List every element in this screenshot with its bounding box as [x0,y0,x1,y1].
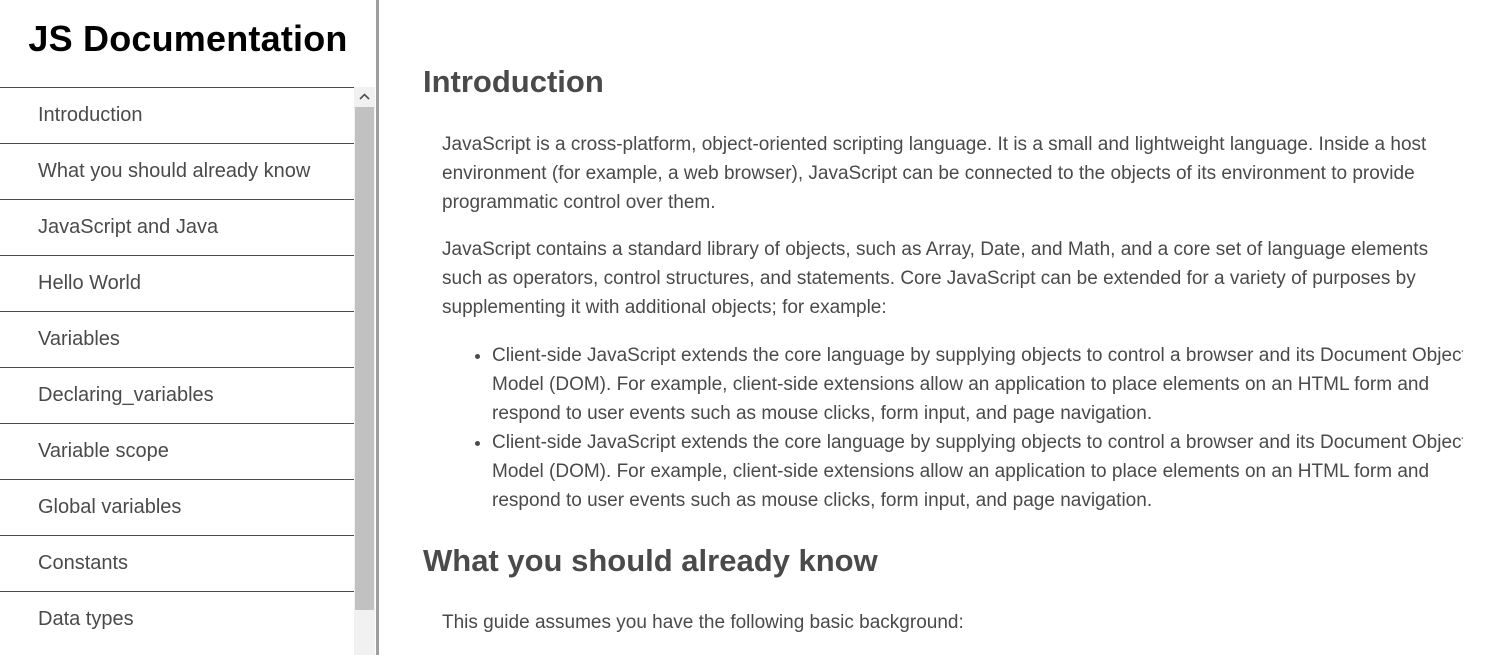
nav-link-variable-scope[interactable]: Variable scope [0,423,354,479]
scroll-up-button[interactable] [354,87,375,107]
chevron-up-icon [359,93,370,100]
nav-link-hello-world[interactable]: Hello World [0,255,354,311]
nav-link-list: Introduction What you should already kno… [0,87,354,647]
bullet-list: Client-side JavaScript extends the core … [442,341,1463,515]
nav-link-javascript-and-java[interactable]: JavaScript and Java [0,199,354,255]
section-header-introduction: Introduction [423,64,604,99]
nav-link-variables[interactable]: Variables [0,311,354,367]
navbar-title: JS Documentation [28,18,348,59]
navbar: JS Documentation Introduction What you s… [0,0,379,655]
nav-link-data-types[interactable]: Data types [0,591,354,647]
scrollbar-thumb[interactable] [355,107,374,610]
main-doc: Introduction JavaScript is a cross-platf… [423,0,1463,655]
section-header-what-you-should-already-know: What you should already know [423,543,878,578]
navbar-scroll-area: Introduction What you should already kno… [0,87,376,655]
navbar-scrollbar[interactable] [354,87,375,655]
paragraph: This guide assumes you have the followin… [442,612,964,633]
list-item: Client-side JavaScript extends the core … [492,341,1463,428]
nav-link-global-variables[interactable]: Global variables [0,479,354,535]
nav-link-introduction[interactable]: Introduction [0,87,354,143]
nav-link-declaring-variables[interactable]: Declaring_variables [0,367,354,423]
list-item: Client-side JavaScript extends the core … [492,428,1463,515]
nav-link-what-you-should-already-know[interactable]: What you should already know [0,143,354,199]
paragraph: JavaScript contains a standard library o… [442,239,1429,318]
paragraph: JavaScript is a cross-platform, object-o… [442,134,1427,213]
nav-link-constants[interactable]: Constants [0,535,354,591]
